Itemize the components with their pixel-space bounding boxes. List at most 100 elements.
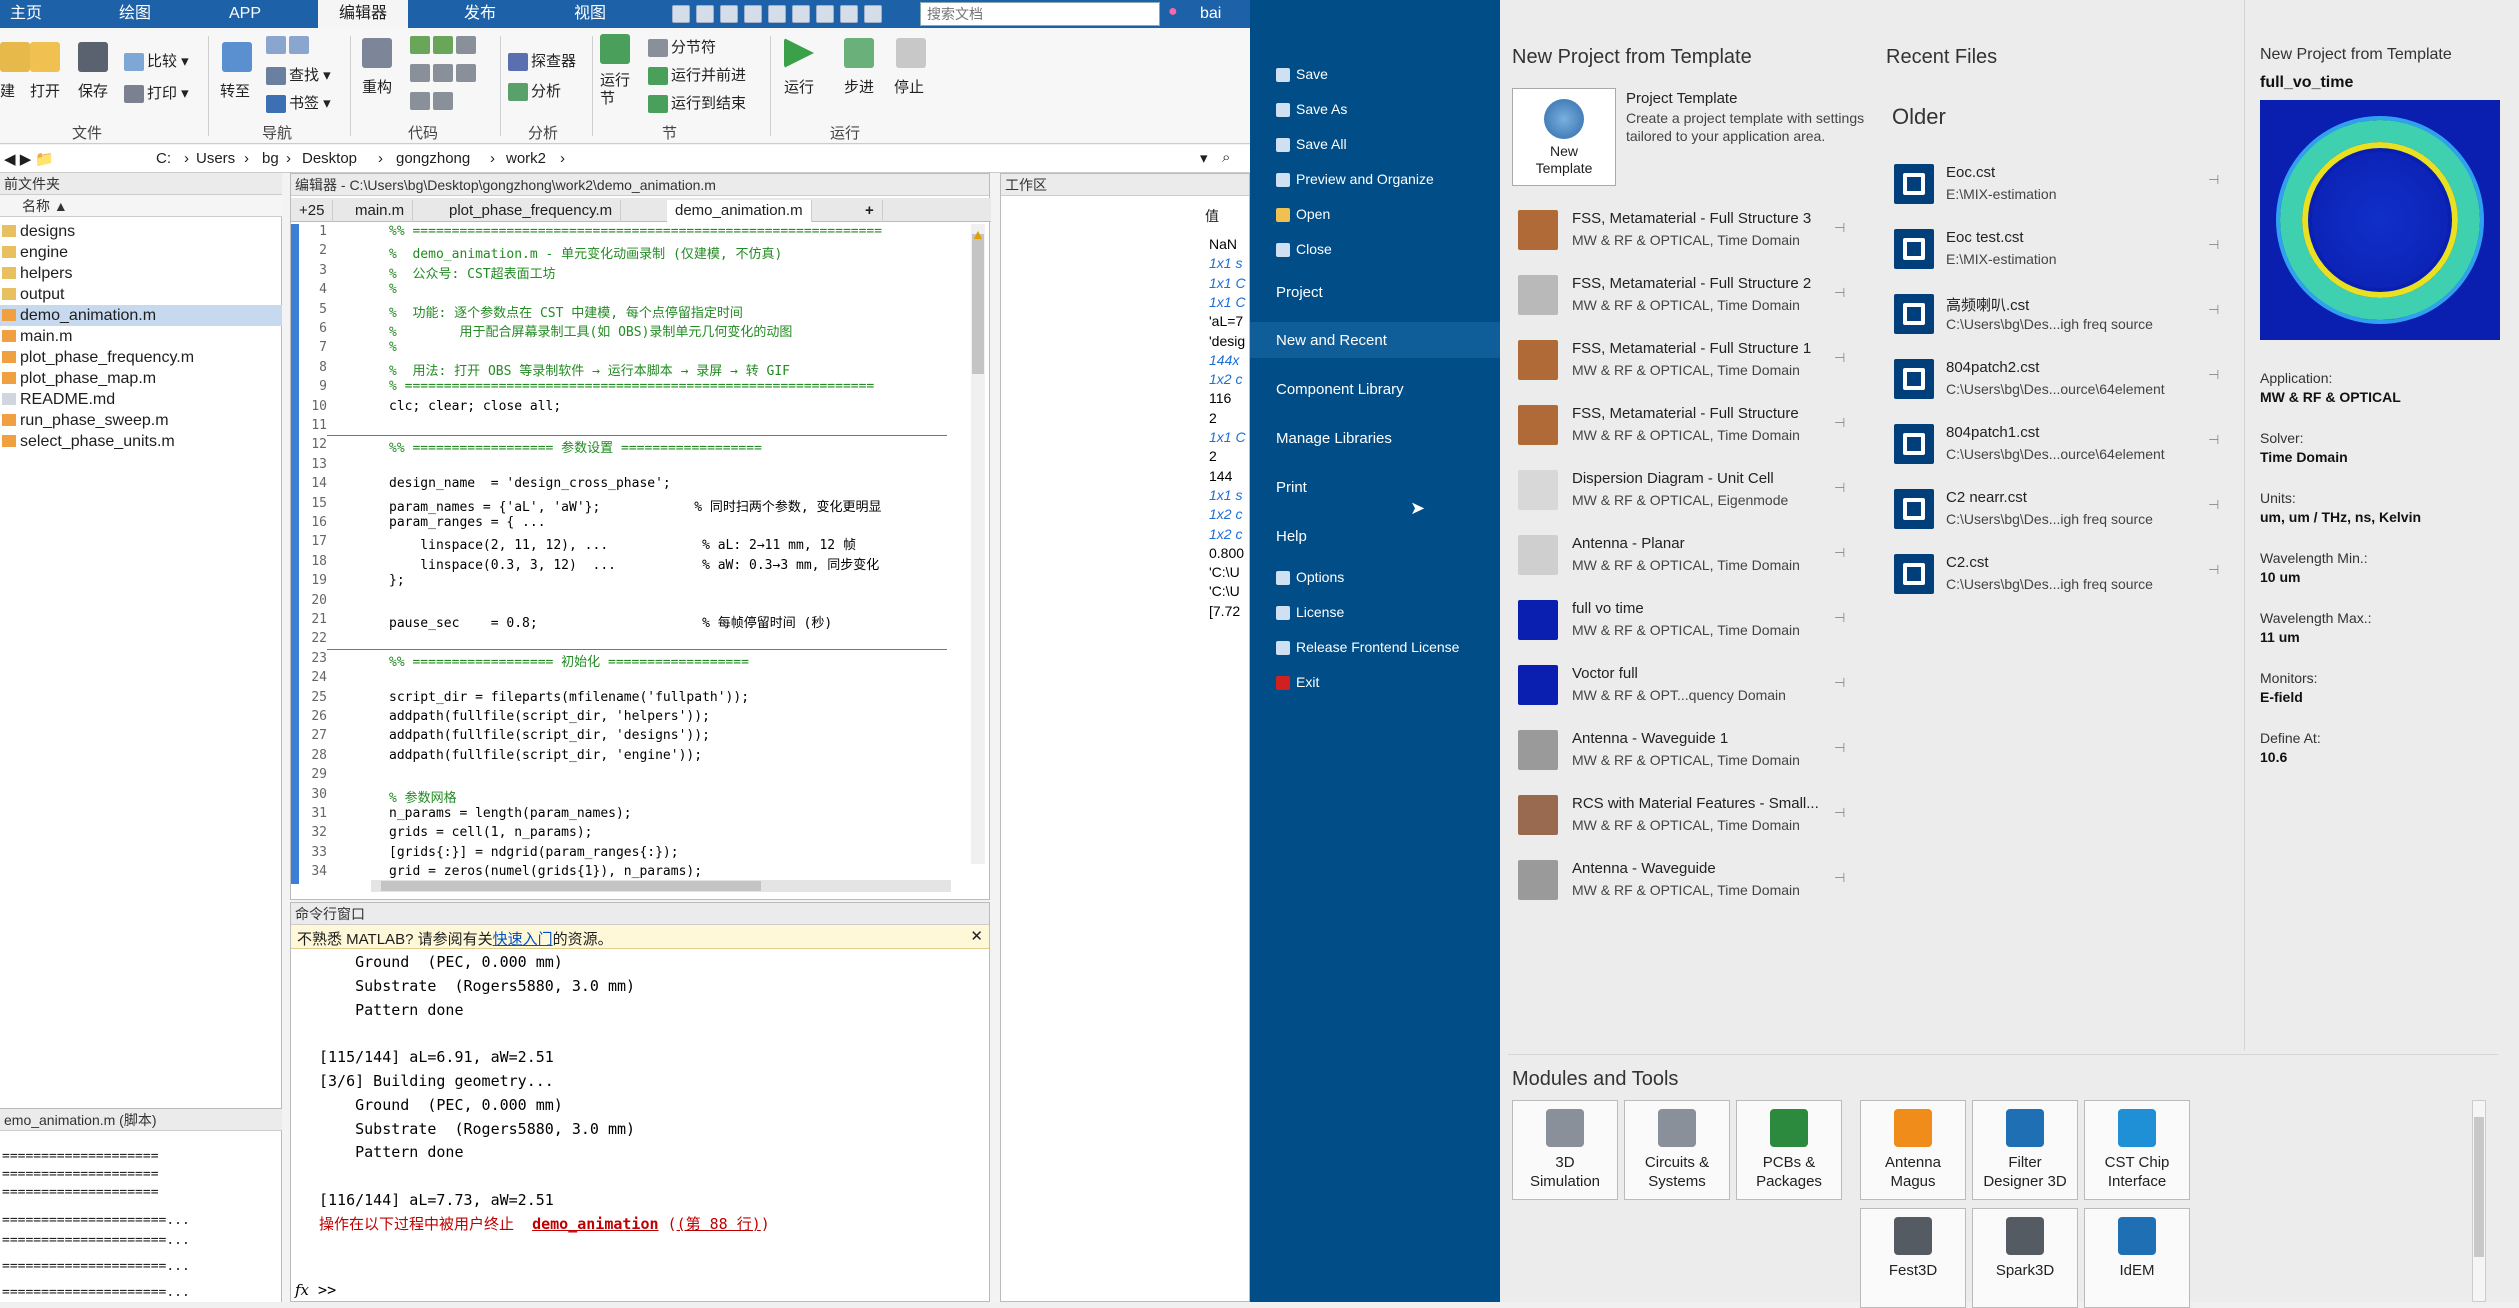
workspace-value[interactable]: 1x1 C [1209,294,1246,310]
goto-button[interactable]: 转至 [220,80,250,101]
horizontal-scrollbar-thumb[interactable] [381,881,761,891]
path-segment[interactable]: work2 [506,150,546,167]
code-line[interactable]: }; [389,573,405,588]
recent-file-item[interactable]: 804patch1.cst C:\Users\bg\Des...ource\64e… [1882,414,2242,474]
template-item[interactable]: Antenna - Planar MW & RF & OPTICAL, Time … [1508,527,1868,587]
tab-publish[interactable]: 发布 [440,0,520,28]
recent-file-item[interactable]: 高频喇叭.cst C:\Users\bg\Des...igh freq sourc… [1882,284,2242,344]
pin-icon[interactable]: ⊣ [2208,172,2219,188]
section-break-button[interactable]: 分节符 [648,36,716,58]
notification-bell-icon[interactable]: ● [1168,3,1184,23]
goto-icon[interactable] [222,42,252,72]
recent-file-item[interactable]: C2.cst C:\Users\bg\Des...igh freq source ⊣ [1882,544,2242,604]
pin-icon[interactable]: ⊣ [2208,302,2219,318]
stop-icon[interactable] [896,38,926,68]
code-line[interactable]: grids = cell(1, n_params); [389,825,593,840]
workspace-value[interactable]: 1x2 c [1209,526,1242,542]
menu-component-library[interactable]: Component Library [1276,381,1404,398]
code-line[interactable]: [grids{:}] = ndgrid(param_ranges{:}); [389,845,679,860]
nav-arrows-icon[interactable]: ◀ ▶ 📁 [4,150,54,168]
workspace-value[interactable]: 0.800 [1209,545,1244,561]
warning-icon[interactable]: ▲ [971,226,985,242]
tab-apps[interactable]: APP [210,0,280,28]
new-button-label[interactable]: 建 [0,80,15,101]
file-item[interactable]: main.m [0,326,282,347]
workspace-value[interactable]: 'desig [1209,333,1245,349]
module-tool-button[interactable]: 3D Simulation [1512,1100,1618,1200]
folder-item[interactable]: output [0,284,282,305]
code-line[interactable]: pause_sec = 0.8; % 每帧停留时间 (秒) [389,612,832,631]
code-line[interactable]: param_names = {'aL', 'aW'}; % 同时扫两个参数, 变… [389,496,882,515]
file-item[interactable]: plot_phase_frequency.m [0,347,282,368]
profiler-button[interactable]: 探查器 [508,50,576,72]
code-line[interactable]: linspace(0.3, 3, 12) ... % aW: 0.3→3 mm,… [389,554,879,573]
module-tool-button[interactable]: Circuits & Systems [1624,1100,1730,1200]
name-column-header[interactable]: 名称 ▲ [0,195,282,217]
run-button[interactable]: 运行 [784,76,814,97]
paste-icon[interactable] [744,5,762,23]
code-line[interactable]: param_ranges = { ... [389,515,546,530]
workspace-value[interactable]: 'C:\U [1209,564,1240,580]
code-line[interactable]: addpath(fullfile(script_dir, 'helpers'))… [389,709,710,724]
folder-item[interactable]: designs [0,221,282,242]
menu-release-license[interactable]: Release Frontend License [1276,639,1459,656]
refactor-button[interactable]: 重构 [362,76,392,97]
workspace-value[interactable]: 2 [1209,448,1217,464]
menu-save[interactable]: Save [1276,66,1328,83]
path-segment[interactable]: bg [262,150,279,167]
workspace-value[interactable]: 'C:\U [1209,583,1240,599]
file-item[interactable]: demo_animation.m [0,305,282,326]
code-line[interactable]: % [389,340,397,355]
workspace-value[interactable]: 1x2 c [1209,371,1242,387]
workspace-value[interactable]: [7.72 [1209,603,1240,619]
scrollbar-thumb[interactable] [972,234,984,374]
modules-scrollbar[interactable] [2472,1100,2486,1302]
pin-icon[interactable]: ⊣ [1834,480,1845,496]
step-icon[interactable] [844,38,874,68]
compare-button[interactable]: 比较 ▾ [124,50,189,72]
menu-manage-libraries[interactable]: Manage Libraries [1276,430,1392,447]
code-line[interactable]: %% ================== 初始化 ==============… [389,651,749,670]
pin-icon[interactable]: ⊣ [2208,367,2219,383]
menu-project[interactable]: Project [1276,284,1323,301]
menu-open[interactable]: Open [1276,206,1330,223]
pin-icon[interactable]: ⊣ [1834,805,1845,821]
menu-close[interactable]: Close [1276,241,1332,258]
code-line[interactable]: %% ================== 参数设置 =============… [389,437,762,456]
menu-new-and-recent[interactable]: New and Recent [1276,332,1387,349]
workspace-value[interactable]: 1x1 s [1209,255,1242,271]
recent-file-item[interactable]: Eoc.cst E:\MIX-estimation ⊣ [1882,154,2242,214]
indent-tools[interactable] [410,64,479,83]
code-line[interactable]: design_name = 'design_cross_phase'; [389,476,671,491]
tab-plot-phase-frequency[interactable]: plot_phase_frequency.m [441,200,622,222]
pin-icon[interactable]: ⊣ [1834,610,1845,626]
refactor-icon[interactable] [362,38,392,68]
tab-plots[interactable]: 绘图 [100,0,170,28]
code-line[interactable]: script_dir = fileparts(mfilename('fullpa… [389,690,749,705]
pin-icon[interactable]: ⊣ [2208,237,2219,253]
new-script-icon[interactable] [0,42,30,72]
menu-license[interactable]: License [1276,604,1344,621]
open-folder-icon[interactable] [30,42,60,72]
redo-icon[interactable] [792,5,810,23]
code-line[interactable]: % ======================================… [389,379,874,394]
menu-options[interactable]: Options [1276,569,1344,586]
workspace-value[interactable]: 1x2 c [1209,506,1242,522]
error-line-link[interactable]: (第 88 行) [677,1215,761,1233]
code-line[interactable]: % [389,282,397,297]
code-line[interactable]: % demo_animation.m - 单元变化动画录制 (仅建模, 不仿真) [389,243,782,262]
template-item[interactable]: FSS, Metamaterial - Full Structure MW & R… [1508,397,1868,457]
template-item[interactable]: Voctor full MW & RF & OPT...quency Domain… [1508,657,1868,717]
open-button[interactable]: 打开 [30,80,60,101]
file-item[interactable]: select_phase_units.m [0,431,282,452]
workspace-value[interactable]: 116 [1209,390,1231,406]
code-area[interactable]: 1%% ====================================… [291,224,951,884]
template-item[interactable]: FSS, Metamaterial - Full Structure 3 MW &… [1508,202,1868,262]
run-to-end-button[interactable]: 运行到结束 [648,92,746,114]
path-segment[interactable]: gongzhong [396,150,470,167]
folder-item[interactable]: engine [0,242,282,263]
module-tool-button[interactable]: Antenna Magus [1860,1100,1966,1200]
workspace-value[interactable]: 1x1 C [1209,275,1246,291]
tab-demo-animation[interactable]: demo_animation.m [667,200,812,222]
getting-started-link[interactable]: 快速入门 [493,931,553,948]
